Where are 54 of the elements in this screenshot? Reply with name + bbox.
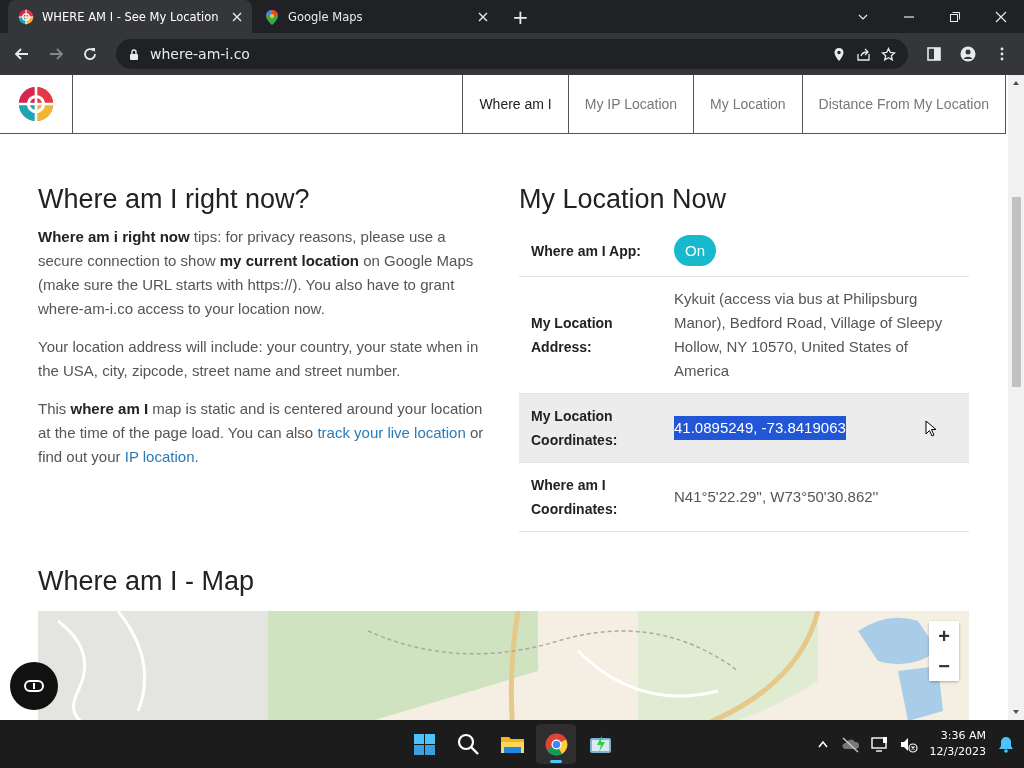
- location-pin-icon[interactable]: [832, 46, 846, 62]
- browser-icon: [543, 731, 569, 757]
- map-pin-icon: [264, 8, 280, 25]
- chevron-up-icon[interactable]: [816, 738, 829, 750]
- bell-icon[interactable]: [998, 735, 1014, 753]
- scrollbar-thumb[interactable]: [1011, 197, 1021, 387]
- close-icon[interactable]: [995, 10, 1007, 23]
- zoom-out-button[interactable]: −: [929, 651, 959, 681]
- close-icon[interactable]: [232, 11, 242, 22]
- row-label: Where am I App:: [531, 241, 642, 261]
- selected-text: 41.0895249, -73.8419063: [674, 416, 846, 440]
- paragraph: This where am I map is static and is centered around your location at the time of the page load. You can also track your live location or find out your IP location.: [38, 399, 485, 467]
- search-icon: [455, 731, 481, 757]
- star-icon[interactable]: [881, 46, 896, 62]
- close-icon[interactable]: [478, 11, 488, 22]
- reload-icon[interactable]: [82, 46, 98, 62]
- taskbar-app[interactable]: [536, 724, 576, 764]
- row-value: Kykuit (access via bus at Philipsburg Manor), Bedford Road, Village of Sleepy Hollow, NY 10570, United States of America: [674, 289, 944, 381]
- scroll-up-arrow-icon[interactable]: [1012, 79, 1020, 87]
- forward-arrow-icon[interactable]: [48, 46, 64, 62]
- browser-tab[interactable]: WHERE AM I - See My Location: [8, 0, 252, 33]
- section-heading: Where am I right now?: [38, 184, 311, 215]
- floating-action-button[interactable]: [10, 662, 58, 710]
- paragraph: Your location address will include: your country, your state when in the USA, city, zipcode, street name and street number.: [38, 337, 480, 381]
- back-arrow-icon[interactable]: [14, 46, 30, 62]
- zoom-in-button[interactable]: +: [929, 621, 959, 651]
- network-icon[interactable]: [870, 735, 888, 753]
- active-indicator: [550, 760, 562, 763]
- paragraph: Where am i right now tips: for privacy reasons, please use a secure connection to show my current location on Google Maps (make sure the URL starts with https://). You also have to grant where-am-i.co access to your location now.: [38, 227, 475, 319]
- address-bar[interactable]: where-am-i.co: [116, 39, 908, 69]
- row-label: My Location Coordinates:: [531, 407, 619, 450]
- cloud-icon[interactable]: [840, 735, 859, 753]
- windows-start-icon: [411, 731, 437, 757]
- site-logo-icon: [18, 8, 34, 25]
- nav-link[interactable]: Distance From My Location: [801, 75, 1006, 133]
- new-tab-button[interactable]: +: [500, 0, 541, 33]
- row-label: Where am I Coordinates:: [531, 476, 619, 519]
- section-heading: My Location Now: [519, 184, 728, 215]
- mouse-cursor-icon: [925, 419, 937, 437]
- row-label: My Location Address:: [531, 314, 614, 357]
- section-heading: Where am I - Map: [38, 566, 256, 597]
- lock-icon: [128, 47, 140, 61]
- restore-icon[interactable]: [949, 10, 961, 23]
- text-link[interactable]: IP location: [124, 448, 195, 465]
- clock-time[interactable]: 3:36 AM: [940, 728, 986, 744]
- side-panel-icon[interactable]: [926, 46, 942, 62]
- clock-date[interactable]: 12/3/2023: [929, 744, 986, 760]
- share-icon[interactable]: [856, 46, 871, 62]
- profile-icon[interactable]: [960, 46, 976, 62]
- site-logo-icon[interactable]: [17, 85, 55, 123]
- text-link[interactable]: track your live location: [317, 424, 466, 441]
- browser-tab[interactable]: Google Maps: [254, 0, 498, 33]
- scroll-down-arrow-icon[interactable]: [1012, 708, 1020, 716]
- row-value: N41°5'22.29'', W73°50'30.862'': [674, 487, 880, 507]
